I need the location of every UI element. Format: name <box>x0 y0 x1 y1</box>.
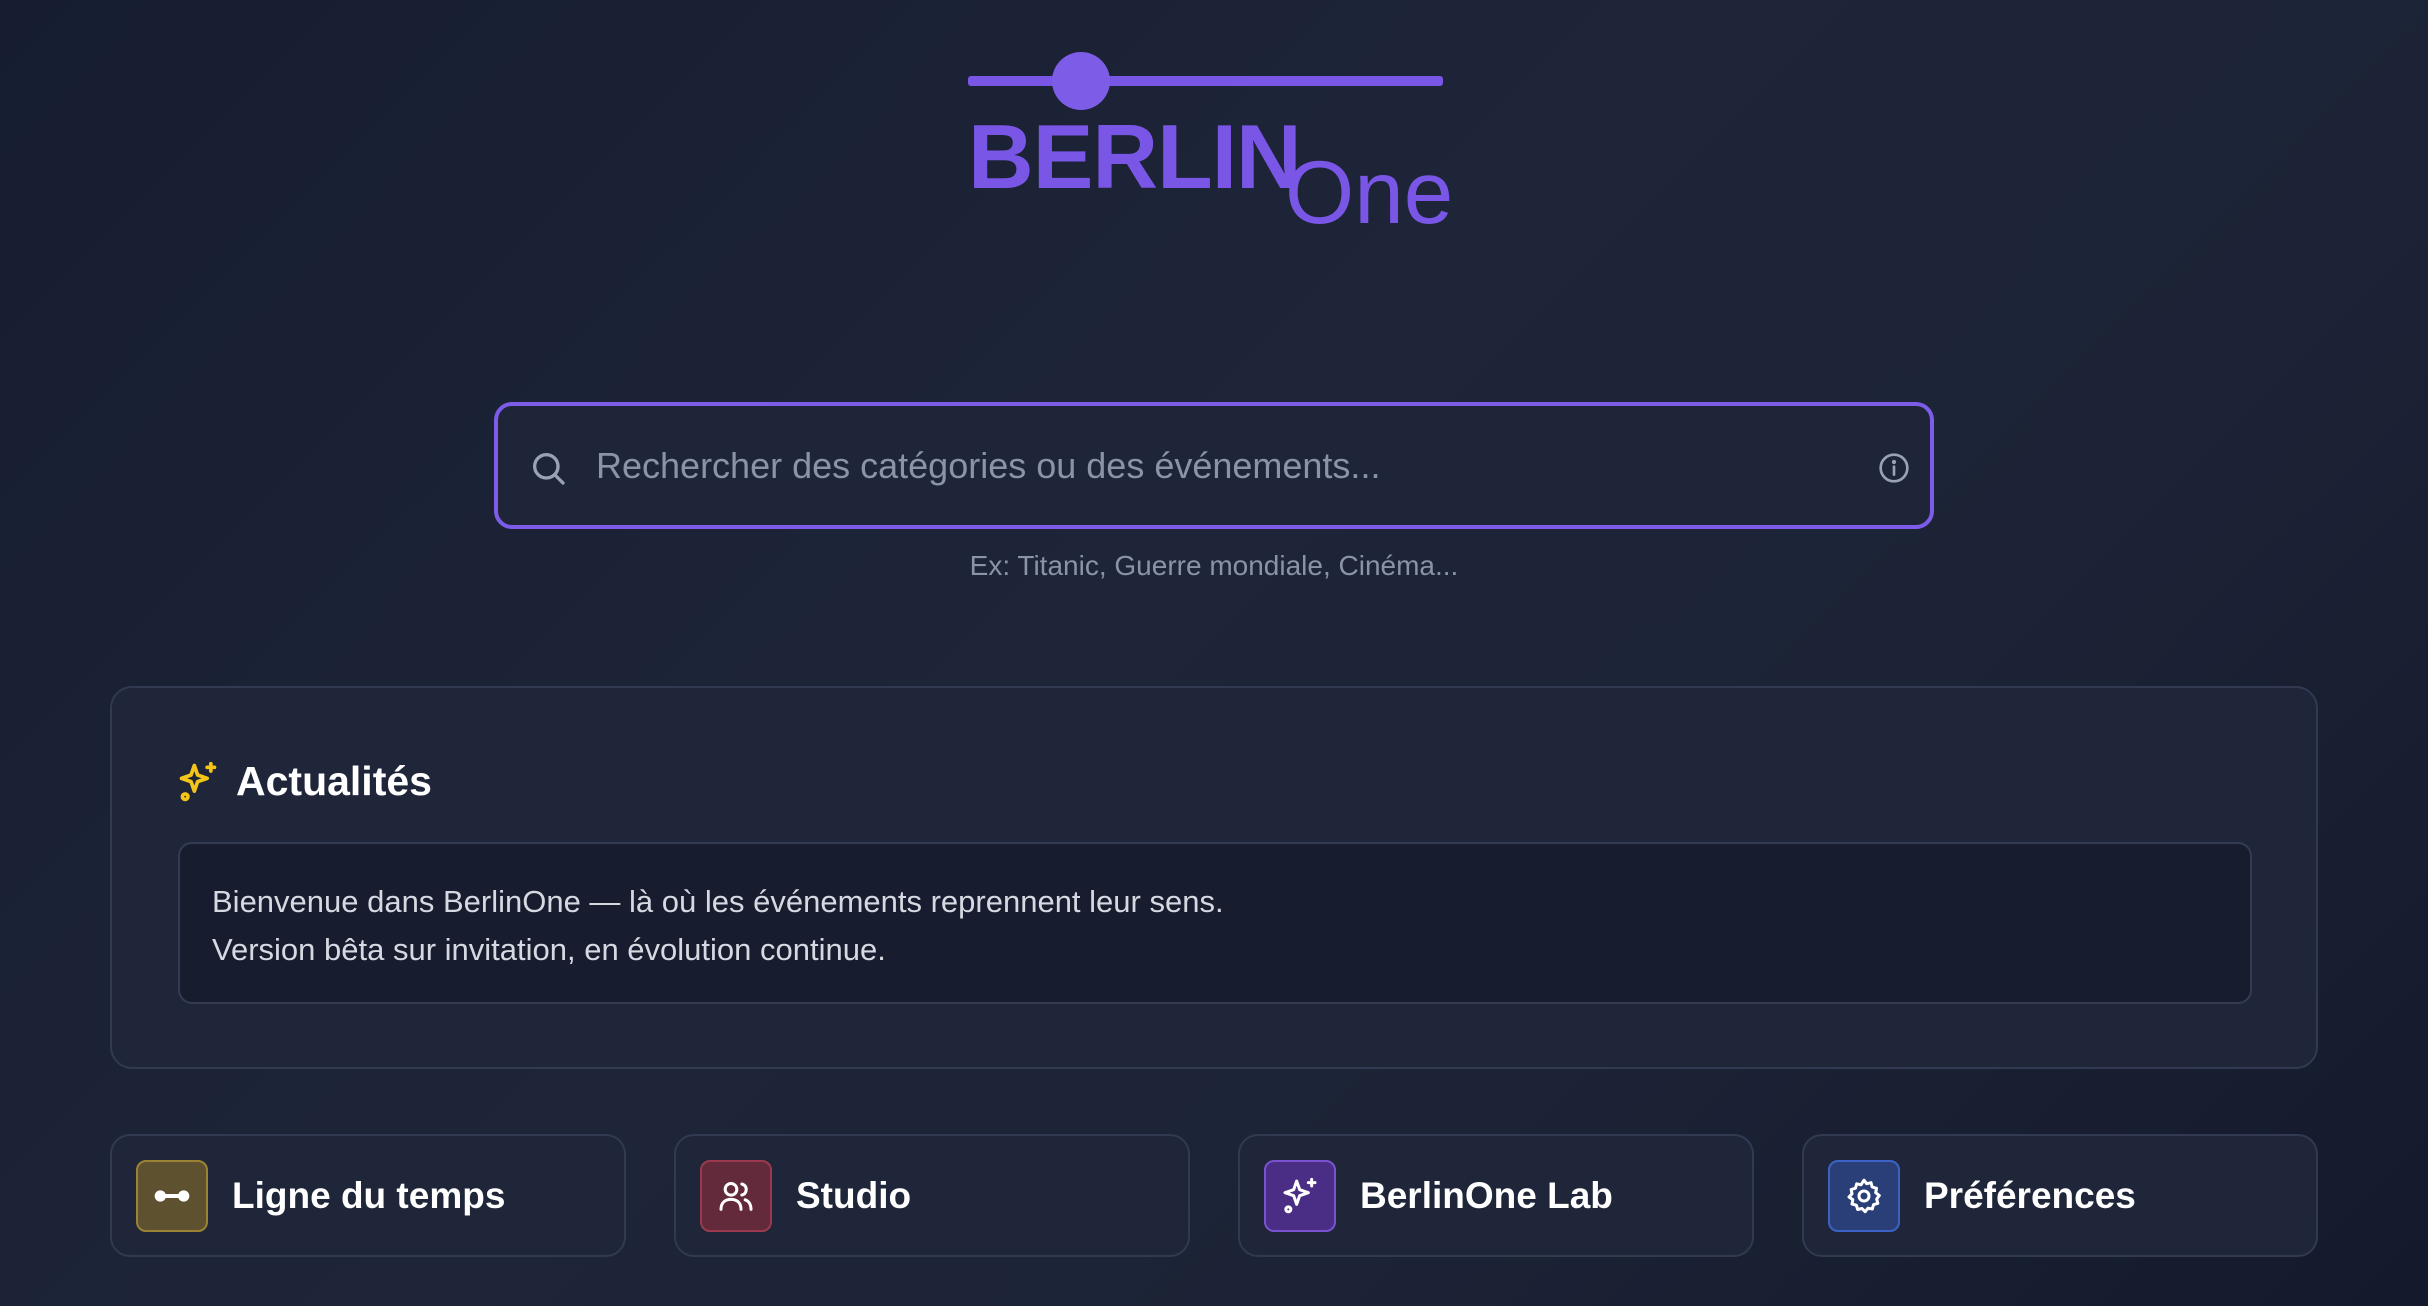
gear-icon <box>1828 1159 1900 1232</box>
news-title: Actualités <box>236 758 432 804</box>
search-input[interactable] <box>596 436 1816 496</box>
search-hint: Ex: Titanic, Guerre mondiale, Cinéma... <box>969 550 1459 581</box>
search-box[interactable] <box>494 402 1934 529</box>
nav-card-lab[interactable]: BerlinOne Lab <box>1238 1134 1754 1257</box>
nav-card-studio[interactable]: Studio <box>674 1134 1190 1257</box>
logo-word-main: BERLIN <box>968 107 1302 208</box>
nav-card-label: Préférences <box>1924 1174 2136 1216</box>
nav-card-label: BerlinOne Lab <box>1360 1174 1613 1216</box>
logo-timeline-bar <box>968 76 1443 86</box>
app-logo[interactable]: BERLIN One <box>962 50 1462 240</box>
news-body: Bienvenue dans BerlinOne — là où les évé… <box>178 842 2252 1004</box>
news-header: Actualités <box>176 758 432 805</box>
info-icon[interactable] <box>1878 452 1910 484</box>
timeline-icon <box>136 1159 208 1232</box>
news-panel: Actualités Bienvenue dans BerlinOne — là… <box>110 686 2318 1069</box>
news-line: Bienvenue dans BerlinOne — là où les évé… <box>212 884 1224 919</box>
logo-timeline-dot <box>1052 52 1110 110</box>
news-line: Version bêta sur invitation, en évolutio… <box>212 932 886 967</box>
nav-card-label: Ligne du temps <box>232 1174 506 1216</box>
search-icon <box>533 453 565 485</box>
nav-card-preferences[interactable]: Préférences <box>1802 1134 2318 1257</box>
sparkle-icon <box>1264 1159 1336 1232</box>
sparkle-icon <box>179 761 217 801</box>
logo-word-sub: One <box>1285 142 1454 242</box>
nav-card-timeline[interactable]: Ligne du temps <box>110 1134 626 1257</box>
nav-card-label: Studio <box>796 1174 912 1216</box>
users-icon <box>700 1159 772 1232</box>
